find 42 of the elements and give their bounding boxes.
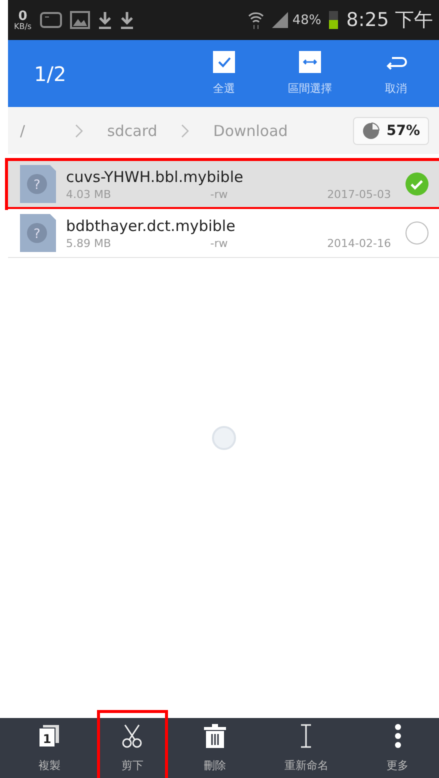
toolbar-button[interactable]: 更多	[356, 718, 439, 778]
download-icon	[98, 11, 112, 29]
more-icon	[394, 724, 402, 748]
checkbox-icon	[213, 51, 235, 73]
wifi-icon	[248, 11, 264, 29]
storage-button[interactable]: 57%	[353, 116, 429, 144]
toolbar-button[interactable]: 剪下	[90, 718, 174, 778]
file-size: 5.89 MB	[66, 236, 112, 250]
scissors-icon	[120, 724, 144, 748]
toolbar-button[interactable]: 刪除	[174, 718, 257, 778]
trash-icon	[203, 724, 228, 748]
toolbar-button[interactable]: 重新命名	[256, 718, 356, 778]
header-action[interactable]: 全選	[181, 51, 267, 96]
header-action[interactable]: 區間選擇	[267, 51, 353, 96]
unknown-file-icon: ?	[20, 165, 56, 203]
download-icon	[120, 11, 134, 29]
range-icon	[299, 51, 321, 73]
file-permissions: -rw	[210, 188, 228, 200]
pie-chart-icon	[362, 122, 380, 140]
signal-icon	[272, 12, 288, 28]
selection-count: 1/2	[34, 62, 68, 86]
loading-spinner	[210, 425, 236, 451]
file-row[interactable]: ? bdbthayer.dct.mybible 5.89 MB -rw 2014-02-16	[8, 209, 439, 258]
empty-circle-icon[interactable]	[405, 221, 429, 245]
battery-icon	[329, 11, 338, 29]
clock: 8:25 下午	[346, 8, 433, 33]
file-row[interactable]: ? cuvs-YHWH.bbl.mybible 4.03 MB -rw 2017-05-03	[8, 160, 439, 209]
file-size: 4.03 MB	[66, 188, 112, 200]
battery-percent: 48%	[292, 12, 322, 28]
checked-circle-icon[interactable]	[405, 172, 429, 196]
file-date: 2017-05-03	[327, 188, 391, 200]
file-name: cuvs-YHWH.bbl.mybible	[66, 168, 244, 186]
file-date: 2014-02-16	[327, 236, 391, 250]
speed-unit: KB/s	[14, 22, 32, 30]
file-permissions: -rw	[210, 236, 228, 250]
toolbar-button[interactable]: 1 複製	[8, 718, 91, 778]
image-icon	[70, 11, 90, 29]
terminal-icon	[40, 11, 62, 29]
header-action[interactable]: 取消	[353, 51, 439, 96]
speed-value: 0	[18, 10, 28, 22]
file-name: bdbthayer.dct.mybible	[66, 216, 236, 234]
unknown-file-icon: ?	[20, 214, 56, 252]
